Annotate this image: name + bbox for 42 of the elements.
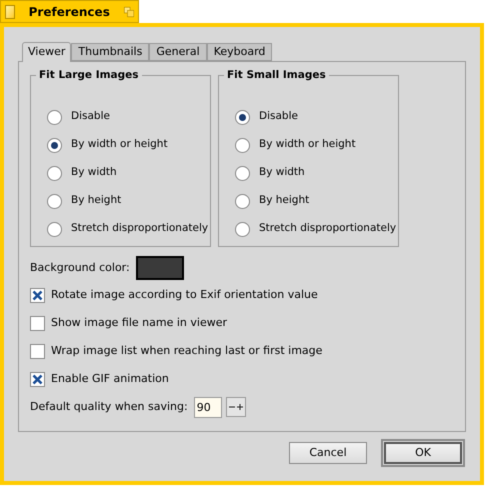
radio-label: By height	[259, 193, 310, 208]
tab[interactable]: General	[149, 43, 207, 61]
window-title: Preferences	[28, 4, 110, 20]
radio-label: By width	[259, 165, 305, 180]
tab[interactable]: Keyboard	[206, 43, 272, 61]
checkbox[interactable]	[30, 288, 45, 302]
stepper-button[interactable]	[226, 397, 246, 417]
checkbox[interactable]	[30, 316, 45, 330]
radio-label: By width or height	[259, 137, 356, 152]
tab[interactable]: Viewer	[22, 42, 72, 62]
radio-button[interactable]	[47, 110, 62, 124]
quality-field[interactable]: 90	[194, 396, 222, 418]
radio-button[interactable]	[235, 222, 250, 236]
color-swatch[interactable]	[136, 256, 184, 280]
radio-button[interactable]	[47, 138, 62, 152]
radio-label: Disable	[71, 109, 110, 124]
checkbox[interactable]	[30, 372, 45, 386]
close-icon[interactable]	[5, 4, 15, 18]
field-label: Default quality when saving:	[30, 398, 188, 415]
radio-button[interactable]	[235, 194, 250, 208]
checkbox-label: Show image file name in viewer	[51, 314, 228, 331]
radio-label: By width	[71, 165, 117, 180]
radio-button[interactable]	[47, 194, 62, 208]
radio-label: By width or height	[71, 137, 168, 152]
radio-button[interactable]	[47, 222, 62, 236]
radio-label: Stretch disproportionately	[71, 221, 208, 236]
tab[interactable]: Thumbnails	[71, 43, 150, 61]
radio-button[interactable]	[47, 166, 62, 180]
radio-label: Disable	[259, 109, 298, 124]
checkbox[interactable]	[30, 344, 45, 358]
checkbox-label: Rotate image according to Exif orientation value	[51, 286, 318, 303]
dialog-button[interactable]: Cancel	[289, 442, 367, 464]
radio-button[interactable]	[235, 110, 250, 124]
radio-button[interactable]	[235, 138, 250, 152]
radio-button[interactable]	[235, 166, 250, 180]
checkbox-label: Wrap image list when reaching last or first image	[51, 342, 322, 359]
field-label: Background color:	[30, 260, 130, 276]
radio-label: Stretch disproportionately	[259, 221, 396, 236]
dialog-button[interactable]: OK	[384, 442, 462, 464]
checkbox-label: Enable GIF animation	[51, 370, 169, 387]
radio-label: By height	[71, 193, 122, 208]
minus-plus-icon	[228, 403, 243, 411]
